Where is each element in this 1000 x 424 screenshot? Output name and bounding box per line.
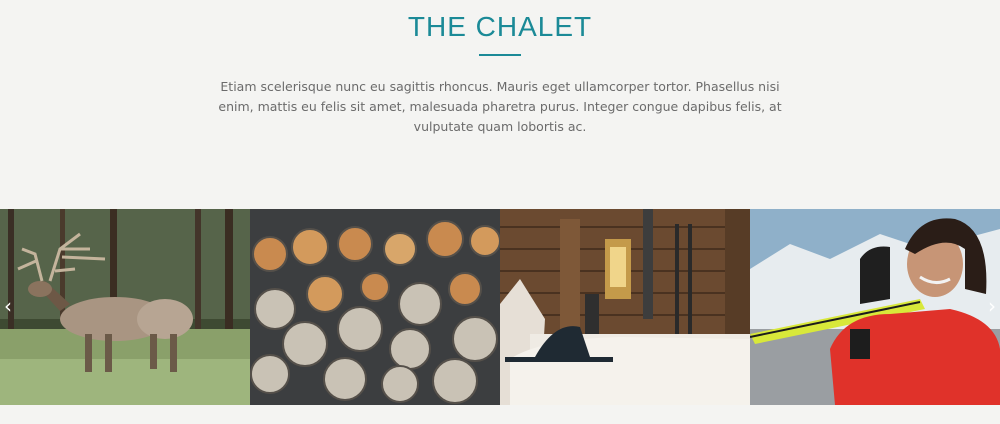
section-bottom-spacer: [0, 405, 1000, 424]
skier-image: [750, 209, 1000, 405]
chevron-right-icon[interactable]: ›: [984, 294, 1000, 318]
intro-section: THE CHALET Etiam scelerisque nunc eu sag…: [0, 0, 1000, 209]
gallery-image-firewood[interactable]: [250, 209, 500, 405]
gallery-image-skier[interactable]: [750, 209, 1000, 405]
elk-image: [0, 209, 250, 405]
gallery-image-chalet-interior[interactable]: [500, 209, 750, 405]
firewood-image: [250, 209, 500, 405]
section-title: THE CHALET: [407, 11, 593, 42]
image-gallery: [0, 209, 1000, 405]
gallery-image-elk[interactable]: [0, 209, 250, 405]
title-divider: [479, 54, 521, 56]
section-description: Etiam scelerisque nunc eu sagittis rhonc…: [218, 79, 782, 134]
chevron-left-icon[interactable]: ‹: [0, 294, 16, 318]
chalet-interior-image: [500, 209, 750, 405]
